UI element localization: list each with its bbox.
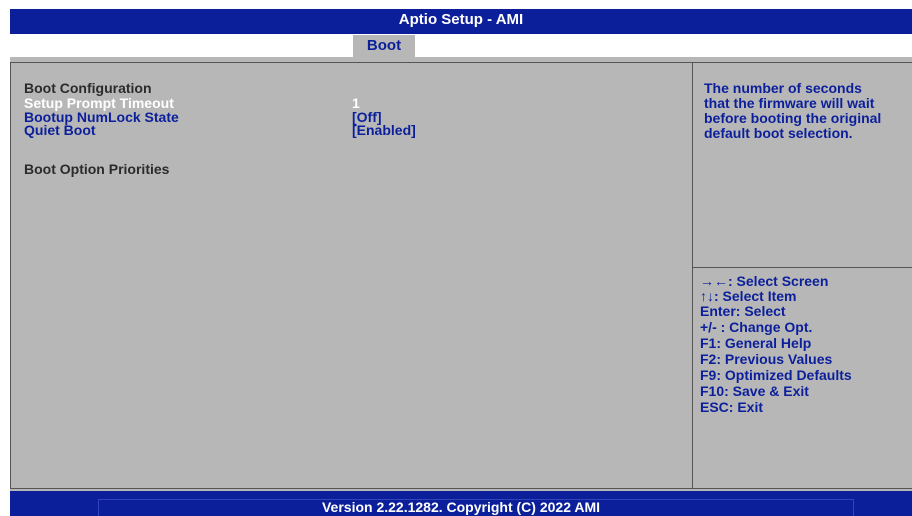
help-description-line: that the firmware will wait (704, 95, 875, 111)
section-title-boot-configuration: Boot Configuration (24, 80, 152, 96)
key-legend-select-screen: →←: Select Screen (700, 273, 829, 289)
tab-security[interactable]: Security (278, 35, 337, 57)
tab-boot[interactable]: Boot (353, 35, 415, 59)
title-bar: Aptio Setup - AMI Main Advanced Chipset … (10, 9, 912, 59)
key-legend-enter: Enter: Select (700, 303, 786, 319)
tab-save-exit[interactable]: Save & Exit (420, 35, 502, 57)
key-legend-f1: F1: General Help (700, 335, 812, 351)
help-description-line: before booting the original (704, 110, 882, 126)
footer-bar: Version 2.22.1282. Copyright (C) 2022 AM… (10, 491, 912, 516)
tab-chipset[interactable]: Chipset (193, 35, 248, 57)
section-title-boot-option-priorities: Boot Option Priorities (24, 161, 170, 177)
help-description-line: The number of seconds (704, 80, 862, 96)
key-legend-change-opt: +/- : Change Opt. (700, 319, 813, 335)
key-legend-select-item: ↑↓: Select Item (700, 288, 797, 304)
key-legend-f2: F2: Previous Values (700, 351, 833, 367)
setting-value-setup-prompt-timeout[interactable]: 1 (352, 96, 360, 110)
setting-label-quiet-boot[interactable]: Quiet Boot (24, 123, 96, 137)
setting-value-quiet-boot[interactable]: [Enabled] (352, 123, 416, 137)
window-title: Aptio Setup - AMI (398, 11, 524, 28)
version-copyright: Version 2.22.1282. Copyright (C) 2022 AM… (321, 499, 601, 515)
help-description-line: default boot selection. (704, 125, 853, 141)
key-legend-esc: ESC: Exit (700, 399, 764, 415)
key-legend-f10: F10: Save & Exit (700, 383, 809, 399)
tab-advanced[interactable]: Advanced (91, 35, 163, 57)
tab-main[interactable]: Main (22, 35, 56, 57)
key-legend-f9: F9: Optimized Defaults (700, 367, 852, 383)
setting-label-setup-prompt-timeout[interactable]: Setup Prompt Timeout (24, 96, 174, 110)
